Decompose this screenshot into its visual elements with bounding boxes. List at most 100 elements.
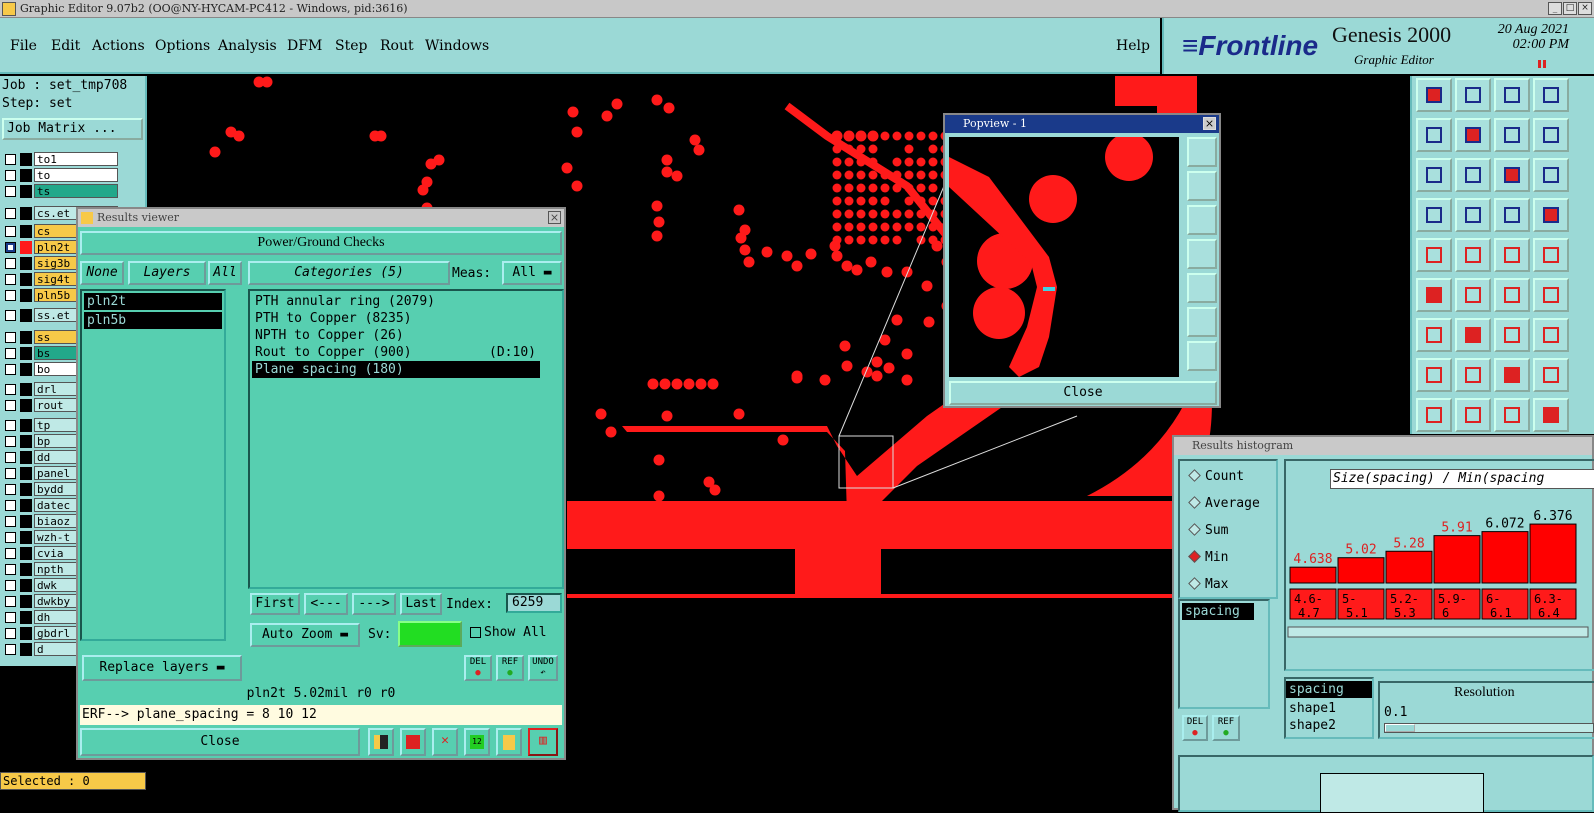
- list-item[interactable]: spacing: [1286, 681, 1372, 698]
- fill-icon[interactable]: [1533, 318, 1569, 352]
- layer-checkbox[interactable]: [5, 400, 16, 411]
- close-icon[interactable]: ×: [1203, 117, 1216, 130]
- layer-checkbox[interactable]: [5, 532, 16, 543]
- menu-options[interactable]: Options: [155, 38, 210, 54]
- layer-checkbox[interactable]: [5, 364, 16, 375]
- layer-checkbox[interactable]: [5, 226, 16, 237]
- layer-checkbox[interactable]: [5, 564, 16, 575]
- layer-results-list[interactable]: pln2t pln5b: [80, 289, 226, 641]
- layer-checkbox[interactable]: [5, 170, 16, 181]
- line-icon[interactable]: [1416, 318, 1452, 352]
- shape-icon[interactable]: [1533, 358, 1569, 392]
- layer-row[interactable]: to: [2, 168, 118, 183]
- menu-windows[interactable]: Windows: [425, 38, 489, 54]
- export-icon[interactable]: [400, 728, 426, 756]
- help-icon[interactable]: [1533, 158, 1569, 192]
- triangle-c-icon[interactable]: [1494, 398, 1530, 432]
- auto-zoom-select[interactable]: Auto Zoom ▬: [250, 623, 360, 647]
- replace-layers-select[interactable]: Replace layers ▬: [82, 655, 242, 681]
- layer-checkbox[interactable]: [5, 384, 16, 395]
- report-icon[interactable]: [496, 728, 522, 756]
- prev-button[interactable]: <---: [304, 593, 348, 615]
- zoom-fit-icon[interactable]: [1187, 137, 1217, 167]
- mode-average-radio[interactable]: Average: [1190, 496, 1260, 511]
- move-up-icon[interactable]: [1416, 78, 1452, 112]
- category-item[interactable]: PTH annular ring (2079): [252, 293, 540, 310]
- categories-button[interactable]: Categories (5): [248, 261, 450, 285]
- move-left-icon[interactable]: [1416, 118, 1452, 152]
- ref-button[interactable]: REF ●: [496, 655, 524, 681]
- mode-max-radio[interactable]: Max: [1190, 577, 1228, 592]
- category-item[interactable]: Plane spacing (180): [252, 361, 540, 378]
- dimension-icon[interactable]: [1494, 358, 1530, 392]
- layer-checkbox[interactable]: [5, 154, 16, 165]
- edit-icon[interactable]: [1416, 198, 1452, 232]
- minimize-button[interactable]: _: [1548, 2, 1562, 15]
- undo-button[interactable]: UNDO ↶: [528, 655, 558, 681]
- net-icon[interactable]: [1455, 238, 1491, 272]
- layer-checkbox[interactable]: [5, 612, 16, 623]
- connect-icon[interactable]: [1455, 198, 1491, 232]
- power-ground-header[interactable]: Power/Ground Checks: [80, 231, 562, 255]
- popview-canvas[interactable]: [949, 137, 1179, 377]
- meas-select[interactable]: All ▬: [502, 261, 562, 285]
- last-button[interactable]: Last: [400, 593, 442, 615]
- zoom-in-icon[interactable]: [1187, 307, 1217, 337]
- list-item[interactable]: shape1: [1286, 700, 1372, 717]
- snap-icon[interactable]: [1416, 278, 1452, 312]
- histogram-list[interactable]: spacing: [1178, 599, 1270, 709]
- layer-checkbox[interactable]: [5, 208, 16, 219]
- point-icon[interactable]: [1494, 278, 1530, 312]
- mode-min-radio[interactable]: Min: [1190, 550, 1228, 565]
- layer-checkbox[interactable]: [5, 310, 16, 321]
- popview-close-button[interactable]: Close: [949, 381, 1217, 405]
- undo-rotate-icon[interactable]: [1494, 318, 1530, 352]
- list-item[interactable]: spacing: [1182, 603, 1254, 620]
- pan-up-icon[interactable]: [1187, 171, 1217, 201]
- category-item[interactable]: NPTH to Copper (26): [252, 327, 540, 344]
- job-matrix-button[interactable]: Job Matrix ...: [2, 118, 143, 140]
- close-icon[interactable]: ×: [548, 211, 561, 224]
- close-button[interactable]: Close: [80, 728, 360, 756]
- layer-checkbox[interactable]: [5, 452, 16, 463]
- mode-count-radio[interactable]: Count: [1190, 469, 1244, 484]
- category-item[interactable]: PTH to Copper (8235): [252, 310, 540, 327]
- histogram-bar[interactable]: [1482, 532, 1528, 583]
- list-item[interactable]: shape2: [1286, 717, 1372, 734]
- layer-row[interactable]: ts: [2, 184, 118, 199]
- hist-ref-button[interactable]: REF ●: [1212, 715, 1240, 741]
- menu-file[interactable]: File: [10, 38, 37, 54]
- close-window-button[interactable]: ×: [1578, 2, 1592, 15]
- all-button[interactable]: All: [208, 261, 242, 285]
- next-button[interactable]: --->: [352, 593, 396, 615]
- resolution-slider[interactable]: [1384, 723, 1594, 733]
- maximize-button[interactable]: □: [1563, 2, 1577, 15]
- histogram-bar[interactable]: [1386, 551, 1432, 583]
- numbers-icon[interactable]: 12: [464, 728, 490, 756]
- layer-checkbox[interactable]: [5, 596, 16, 607]
- histogram-icon[interactable]: ▥: [528, 728, 558, 756]
- move-down-icon[interactable]: [1455, 78, 1491, 112]
- category-item[interactable]: Rout to Copper (900) (D:10): [252, 344, 540, 361]
- menu-edit[interactable]: Edit: [51, 38, 80, 54]
- layout-icon[interactable]: [368, 728, 394, 756]
- zoom-1-2-icon[interactable]: [1494, 158, 1530, 192]
- layer-checkbox[interactable]: [5, 484, 16, 495]
- none-button[interactable]: None: [80, 261, 124, 285]
- layer-checkbox[interactable]: [5, 644, 16, 655]
- show-all-checkbox[interactable]: [470, 627, 481, 638]
- list-item[interactable]: pln5b: [84, 312, 222, 329]
- select-b-icon[interactable]: [1455, 358, 1491, 392]
- layer-b-icon[interactable]: [1533, 198, 1569, 232]
- cross-icon[interactable]: [1455, 278, 1491, 312]
- home-icon[interactable]: [1494, 78, 1530, 112]
- clear-icon[interactable]: ✕: [432, 728, 458, 756]
- list-item[interactable]: pln2t: [84, 293, 222, 310]
- layer-checkbox[interactable]: [5, 242, 16, 253]
- menu-step[interactable]: Step: [335, 38, 367, 54]
- fit-vertical-icon[interactable]: [1416, 158, 1452, 192]
- layer-checkbox[interactable]: [5, 436, 16, 447]
- ruler-icon[interactable]: [1494, 238, 1530, 272]
- layer-checkbox[interactable]: [5, 258, 16, 269]
- layer-checkbox[interactable]: [5, 290, 16, 301]
